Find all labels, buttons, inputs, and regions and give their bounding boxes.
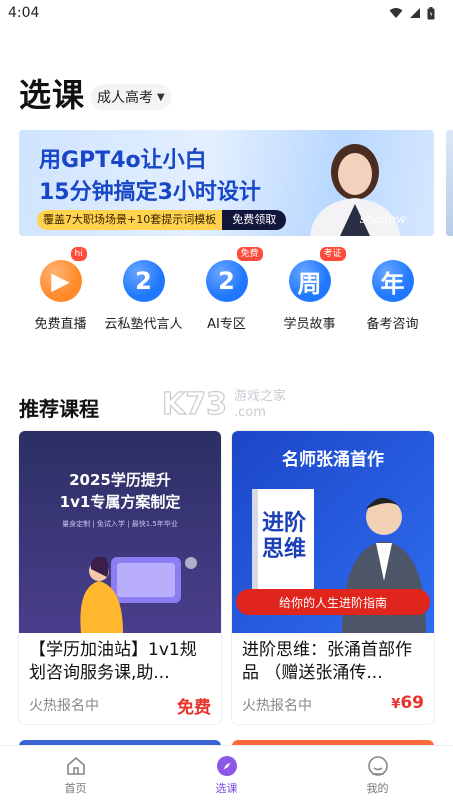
quick-nav-icon: 2 (205, 260, 248, 302)
section-title: 推荐课程 (19, 397, 99, 421)
course-book-title: 进阶思维 (262, 511, 307, 562)
svg-text:游戏之家: 游戏之家 (234, 388, 286, 404)
quick-nav-glyph: 周 (297, 269, 322, 298)
tab-home[interactable]: 首页 (0, 746, 151, 805)
course-image-line2: 1v1专属方案制定 (59, 493, 181, 511)
quick-nav-glyph: ▶ (51, 267, 70, 295)
promo-banner[interactable]: 用GPT4o让小白 15分钟搞定3小时设计 覆盖7大职场场景+10套提示词模板 … (19, 130, 434, 236)
course-title: 进阶思维：张涌首部作品 （赠送张涌传... (242, 640, 412, 683)
quick-nav-label: 学员故事 (283, 317, 336, 332)
course-price: ¥69 (391, 693, 424, 713)
banner-headline-1: 用GPT4o让小白 (39, 148, 207, 173)
status-bar: 4:04 (0, 0, 453, 26)
status-icons (389, 6, 435, 20)
course-image-line3: 量身定制 | 免试入学 | 最快1.5年毕业 (62, 520, 178, 528)
banner-headline-2: 15分钟搞定3小时设计 (39, 180, 261, 205)
status-time: 4:04 (8, 5, 40, 21)
banner-pill-text: 覆盖7大职场场景+10套提示词模板 (37, 210, 223, 230)
watermark-logo: K73 游戏之家 .com (162, 386, 286, 422)
course-card[interactable]: 名师张涌首作 进阶思维 给你的人生进阶指南 进阶思维：张涌首部作品 （赠送张涌传… (232, 431, 434, 724)
quick-nav-icon: 年 (371, 260, 414, 302)
category-select-label: 成人高考 (97, 90, 154, 106)
header: 选课 成人高考 ▼ (19, 70, 171, 116)
quick-nav: ▶ hi 免费直播 2 云私塾代言人 2 免费 AI专区周考证 学员故事年备考咨询 (19, 247, 434, 332)
chevron-down-icon: ▼ (157, 91, 165, 103)
quick-nav-icon: 周 (288, 260, 331, 302)
battery-icon (427, 6, 435, 19)
quick-nav-glyph: 2 (218, 267, 235, 295)
quick-nav-item[interactable]: 2 云私塾代言人 (102, 250, 185, 332)
app-screen: 4:04 选课 成人高考 ▼ 用GPT4o让小白 15分钟搞定3小时设计 覆盖7… (0, 0, 453, 805)
quick-nav-label: 备考咨询 (366, 317, 419, 332)
tab-profile-label: 我的 (366, 782, 389, 795)
course-image-line1: 2025学历提升 (69, 471, 171, 489)
home-icon (66, 756, 85, 775)
quick-nav-icon: 2 (122, 260, 165, 302)
category-select[interactable]: 成人高考 ▼ (91, 84, 171, 110)
tab-courses[interactable]: 选课 (151, 746, 302, 805)
course-status: 火热报名中 (242, 698, 312, 714)
quick-nav-badge: 免费 (236, 247, 263, 261)
svg-text:.com: .com (234, 405, 266, 420)
price-currency: ¥ (391, 697, 401, 712)
banner-claim-button[interactable]: 免费领取 (222, 210, 287, 230)
banner-next-peek (446, 130, 453, 236)
quick-nav-label: 云私塾代言人 (104, 317, 183, 332)
quick-nav-badge: hi (70, 247, 87, 261)
page-title: 选课 (19, 76, 86, 114)
course-title: 【学历加油站】1v1规划咨询服务课,助... (29, 640, 197, 683)
quick-nav-badge: 考证 (319, 247, 346, 261)
banner-signature: shadow (359, 212, 406, 226)
tab-courses-label: 选课 (215, 782, 238, 795)
compass-icon (216, 756, 237, 776)
quick-nav-glyph: 年 (380, 269, 405, 298)
quick-nav-label: 免费直播 (34, 317, 87, 332)
course-status: 火热报名中 (29, 698, 99, 714)
course-image: 2025学历提升 1v1专属方案制定 量身定制 | 免试入学 | 最快1.5年毕… (19, 431, 221, 633)
price-value: 69 (400, 693, 424, 713)
banner-pill: 覆盖7大职场场景+10套提示词模板 免费领取 (37, 210, 287, 230)
quick-nav-label: AI专区 (207, 317, 246, 332)
course-price: 免费 (177, 698, 211, 718)
quick-nav-item[interactable]: 年备考咨询 (351, 250, 434, 332)
course-image-banner: 给你的人生进阶指南 (278, 596, 387, 610)
course-card[interactable]: 2025学历提升 1v1专属方案制定 量身定制 | 免试入学 | 最快1.5年毕… (19, 431, 221, 724)
quick-nav-item[interactable]: ▶ hi 免费直播 (19, 247, 102, 332)
course-image: 名师张涌首作 进阶思维 给你的人生进阶指南 (232, 431, 434, 633)
course-image-line1: 名师张涌首作 (282, 450, 384, 470)
bottom-nav: 首页 选课 我的 (0, 745, 453, 805)
profile-icon (367, 756, 388, 776)
svg-text:K73: K73 (162, 387, 227, 422)
quick-nav-glyph: 2 (135, 267, 152, 295)
signal-icon (410, 8, 420, 18)
quick-nav-icon: ▶ (39, 260, 82, 302)
quick-nav-item[interactable]: 周 考证学员故事 (268, 247, 351, 332)
quick-nav-item[interactable]: 2 免费 AI专区 (185, 247, 268, 332)
tab-profile[interactable]: 我的 (302, 746, 453, 805)
wifi-icon (389, 8, 403, 18)
tab-home-label: 首页 (64, 782, 87, 795)
